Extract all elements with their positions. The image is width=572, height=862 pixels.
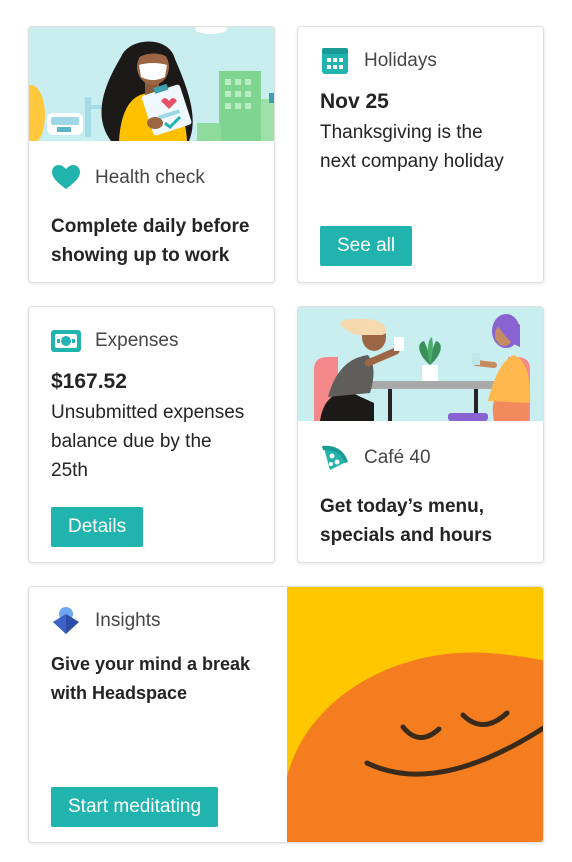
start-meditating-button[interactable]: Start meditating — [51, 787, 219, 827]
holidays-title: Holidays — [364, 50, 437, 71]
cafe-title: Café 40 — [364, 447, 431, 468]
pizza-icon — [320, 443, 350, 473]
insights-card[interactable]: Insights Give your mind a break with Hea… — [28, 586, 544, 843]
cafe-description: Get today’s menu, specials and hours — [320, 496, 493, 546]
cafe-card[interactable]: Café 40 Get today’s menu, specials and h… — [297, 306, 544, 563]
health-check-card[interactable]: Health check Complete daily before showi… — [28, 26, 275, 283]
expenses-card[interactable]: Expenses $167.52 Unsubmitted expenses ba… — [28, 306, 275, 563]
health-check-description: Complete daily before showing up to work — [51, 216, 250, 266]
see-all-button[interactable]: See all — [320, 226, 413, 266]
calendar-icon — [320, 46, 350, 76]
holidays-card[interactable]: Holidays Nov 25 Thanksgiving is the next… — [297, 26, 544, 283]
expenses-amount: $167.52 — [51, 370, 127, 393]
expenses-description: Unsubmitted expenses balance due by the … — [51, 402, 245, 481]
insights-logo-icon — [51, 606, 81, 636]
holiday-date: Nov 25 — [320, 90, 389, 113]
details-button[interactable]: Details — [51, 507, 144, 547]
heart-icon — [51, 163, 81, 193]
expenses-title: Expenses — [95, 330, 179, 351]
cafe-illustration — [298, 307, 543, 421]
insights-title: Insights — [95, 610, 161, 631]
headspace-illustration — [287, 587, 543, 842]
holiday-description: Thanksgiving is the next company holiday — [320, 122, 504, 172]
health-check-illustration — [29, 27, 274, 141]
insights-description: Give your mind a break with Headspace — [51, 654, 251, 703]
money-icon — [51, 326, 81, 356]
health-check-title: Health check — [95, 167, 205, 188]
